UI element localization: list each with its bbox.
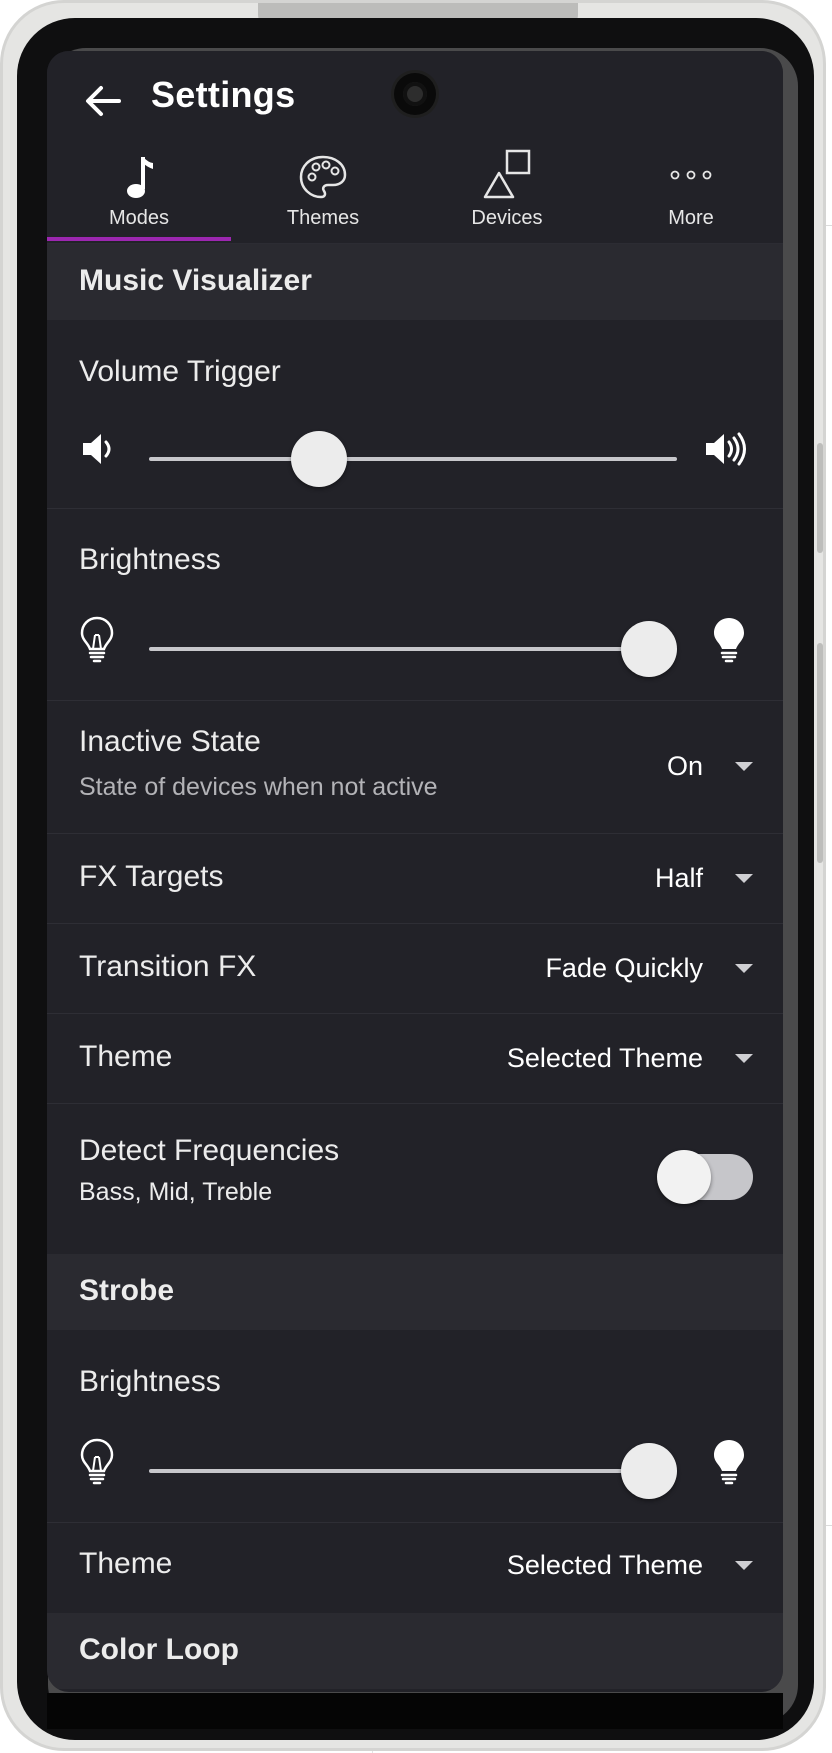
slider-track — [149, 1469, 677, 1473]
slider-thumb[interactable] — [290, 431, 347, 487]
strobe-theme-row[interactable]: Theme Selected Theme — [47, 1523, 783, 1613]
strobe-theme-dropdown[interactable]: Selected Theme — [507, 1545, 753, 1585]
phone-chin — [47, 1693, 783, 1729]
page-title: Settings — [151, 74, 296, 115]
section-header-strobe: Strobe — [47, 1254, 783, 1330]
volume-trigger-row: Volume Trigger — [47, 321, 783, 509]
dropdown-arrow-icon — [735, 761, 753, 771]
dropdown-arrow-icon — [735, 873, 753, 883]
section-title: Color Loop — [79, 1633, 239, 1666]
dropdown-value: On — [666, 750, 703, 781]
detect-frequencies-label: Detect Frequencies — [79, 1134, 340, 1167]
dropdown-value: Selected Theme — [506, 1549, 703, 1580]
selected-tab-indicator — [47, 237, 231, 241]
tab-label: Devices — [471, 207, 543, 229]
dropdown-arrow-icon — [735, 963, 753, 973]
strobe-brightness-slider[interactable] — [149, 1441, 677, 1501]
section-title: Music Visualizer — [79, 264, 312, 297]
transition-fx-row[interactable]: Transition FX Fade Quickly — [47, 924, 783, 1014]
inactive-state-description: State of devices when not active — [79, 773, 438, 801]
bulb-outline-icon — [80, 1438, 114, 1485]
theme-dropdown[interactable]: Selected Theme — [507, 1038, 753, 1078]
power-button — [817, 443, 823, 553]
bulb-filled-icon — [714, 1440, 744, 1485]
tab-bar: Modes Themes Devices More — [47, 141, 783, 241]
slider-thumb[interactable] — [621, 1443, 677, 1499]
front-camera — [394, 73, 436, 115]
section-header-music-visualizer: Music Visualizer — [47, 244, 783, 320]
tab-label: More — [668, 207, 714, 229]
volume-button — [817, 643, 823, 863]
brightness-slider[interactable] — [149, 619, 677, 679]
phone-frame: Settings Modes Themes Devices More Music… — [0, 0, 826, 1751]
strobe-brightness-row: Brightness — [47, 1331, 783, 1523]
dropdown-value: Selected Theme — [506, 1042, 703, 1073]
inactive-state-dropdown[interactable]: On — [667, 746, 753, 786]
app-screen: Settings Modes Themes Devices More Music… — [47, 51, 783, 1692]
tab-label: Modes — [108, 207, 170, 229]
detect-frequencies-description: Bass, Mid, Treble — [79, 1178, 273, 1206]
bulb-filled-icon — [714, 618, 744, 663]
back-button[interactable] — [81, 79, 125, 123]
tab-devices[interactable]: Devices — [415, 141, 599, 241]
bulb-outline-icon — [80, 616, 114, 663]
brightness-label: Brightness — [79, 543, 221, 576]
section-header-color-loop: Color Loop — [47, 1613, 783, 1689]
dropdown-value: Fade Quickly — [545, 952, 703, 983]
inactive-state-label: Inactive State — [79, 725, 261, 758]
detect-frequencies-toggle[interactable] — [657, 1150, 753, 1204]
shapes-icon — [483, 149, 531, 199]
detect-frequencies-row[interactable]: Detect Frequencies Bass, Mid, Treble — [47, 1104, 783, 1254]
fx-targets-dropdown[interactable]: Half — [655, 858, 753, 898]
slider-track — [149, 647, 677, 651]
volume-trigger-slider[interactable] — [149, 429, 677, 489]
tab-modes[interactable]: Modes — [47, 141, 231, 241]
more-dots-icon — [670, 170, 712, 180]
fx-targets-row[interactable]: FX Targets Half — [47, 834, 783, 924]
toggle-knob — [657, 1150, 711, 1204]
slider-track — [149, 457, 677, 461]
theme-label: Theme — [79, 1040, 173, 1073]
transition-fx-dropdown[interactable]: Fade Quickly — [545, 948, 753, 988]
dropdown-arrow-icon — [735, 1560, 753, 1570]
brightness-label: Brightness — [79, 1365, 221, 1398]
arrow-back-icon — [86, 86, 121, 116]
fx-targets-label: FX Targets — [79, 860, 224, 893]
volume-trigger-label: Volume Trigger — [79, 355, 281, 388]
tab-themes[interactable]: Themes — [231, 141, 415, 241]
theme-row[interactable]: Theme Selected Theme — [47, 1014, 783, 1104]
transition-fx-label: Transition FX — [79, 950, 257, 983]
music-note-icon — [127, 157, 153, 198]
theme-label: Theme — [79, 1547, 173, 1580]
dropdown-arrow-icon — [735, 1053, 753, 1063]
inactive-state-row[interactable]: Inactive State State of devices when not… — [47, 701, 783, 834]
slider-thumb[interactable] — [621, 621, 677, 677]
tab-more[interactable]: More — [599, 141, 783, 241]
dropdown-value: Half — [654, 862, 703, 893]
volume-low-icon — [83, 434, 111, 464]
volume-high-icon — [706, 432, 746, 466]
section-title: Strobe — [79, 1274, 175, 1307]
tab-label: Themes — [286, 207, 360, 229]
palette-icon — [299, 155, 347, 199]
brightness-row: Brightness — [47, 509, 783, 701]
